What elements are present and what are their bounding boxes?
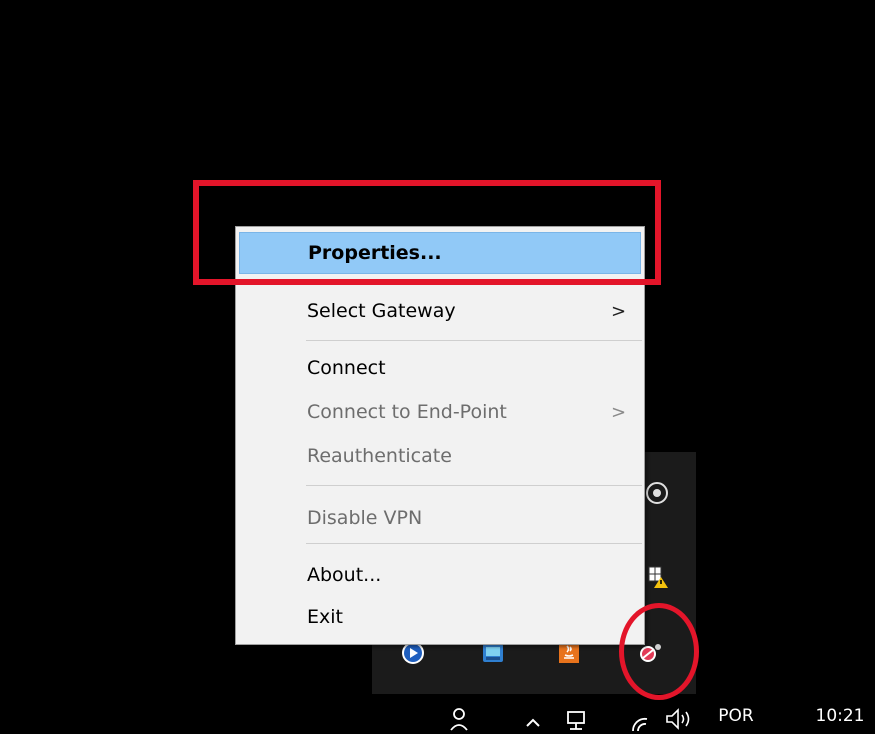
menu-item-connect-to-end-point[interactable]: Connect to End-Point > xyxy=(239,391,641,433)
network-icon[interactable] xyxy=(562,708,590,734)
menu-item-select-gateway[interactable]: Select Gateway > xyxy=(239,290,641,332)
menu-separator xyxy=(306,485,642,486)
menu-item-label: Disable VPN xyxy=(307,507,423,529)
menu-item-label: Reauthenticate xyxy=(307,445,452,467)
menu-item-label: Connect xyxy=(307,357,386,379)
menu-separator xyxy=(306,340,642,341)
menu-item-label: Select Gateway xyxy=(307,300,456,322)
menu-item-about[interactable]: About... xyxy=(239,554,641,596)
menu-item-label: About... xyxy=(307,564,382,586)
menu-separator xyxy=(306,543,642,544)
show-hidden-icons-chevron[interactable] xyxy=(522,712,544,732)
annotation-highlight-box xyxy=(193,180,661,285)
menu-item-exit[interactable]: Exit xyxy=(239,596,641,638)
vpn-context-menu: Properties... Select Gateway > Connect C… xyxy=(235,226,645,645)
webcam-icon[interactable] xyxy=(642,478,672,508)
language-indicator[interactable]: POR xyxy=(712,704,760,728)
security-shield-icon[interactable] xyxy=(642,562,672,592)
volume-icon[interactable] xyxy=(662,706,694,732)
menu-item-label: Exit xyxy=(307,606,343,628)
menu-item-disable-vpn[interactable]: Disable VPN xyxy=(239,497,641,539)
annotation-highlight-circle xyxy=(619,603,699,700)
wifi-icon[interactable] xyxy=(628,710,658,734)
menu-item-reauthenticate[interactable]: Reauthenticate xyxy=(239,435,641,477)
people-icon[interactable] xyxy=(447,704,471,734)
taskbar: POR 10:21 xyxy=(0,694,875,733)
menu-item-label: Connect to End-Point xyxy=(307,401,507,423)
chevron-right-icon: > xyxy=(611,300,627,322)
clock-time[interactable]: 10:21 xyxy=(812,704,868,728)
chevron-right-icon: > xyxy=(611,401,627,423)
menu-item-connect[interactable]: Connect xyxy=(239,347,641,389)
